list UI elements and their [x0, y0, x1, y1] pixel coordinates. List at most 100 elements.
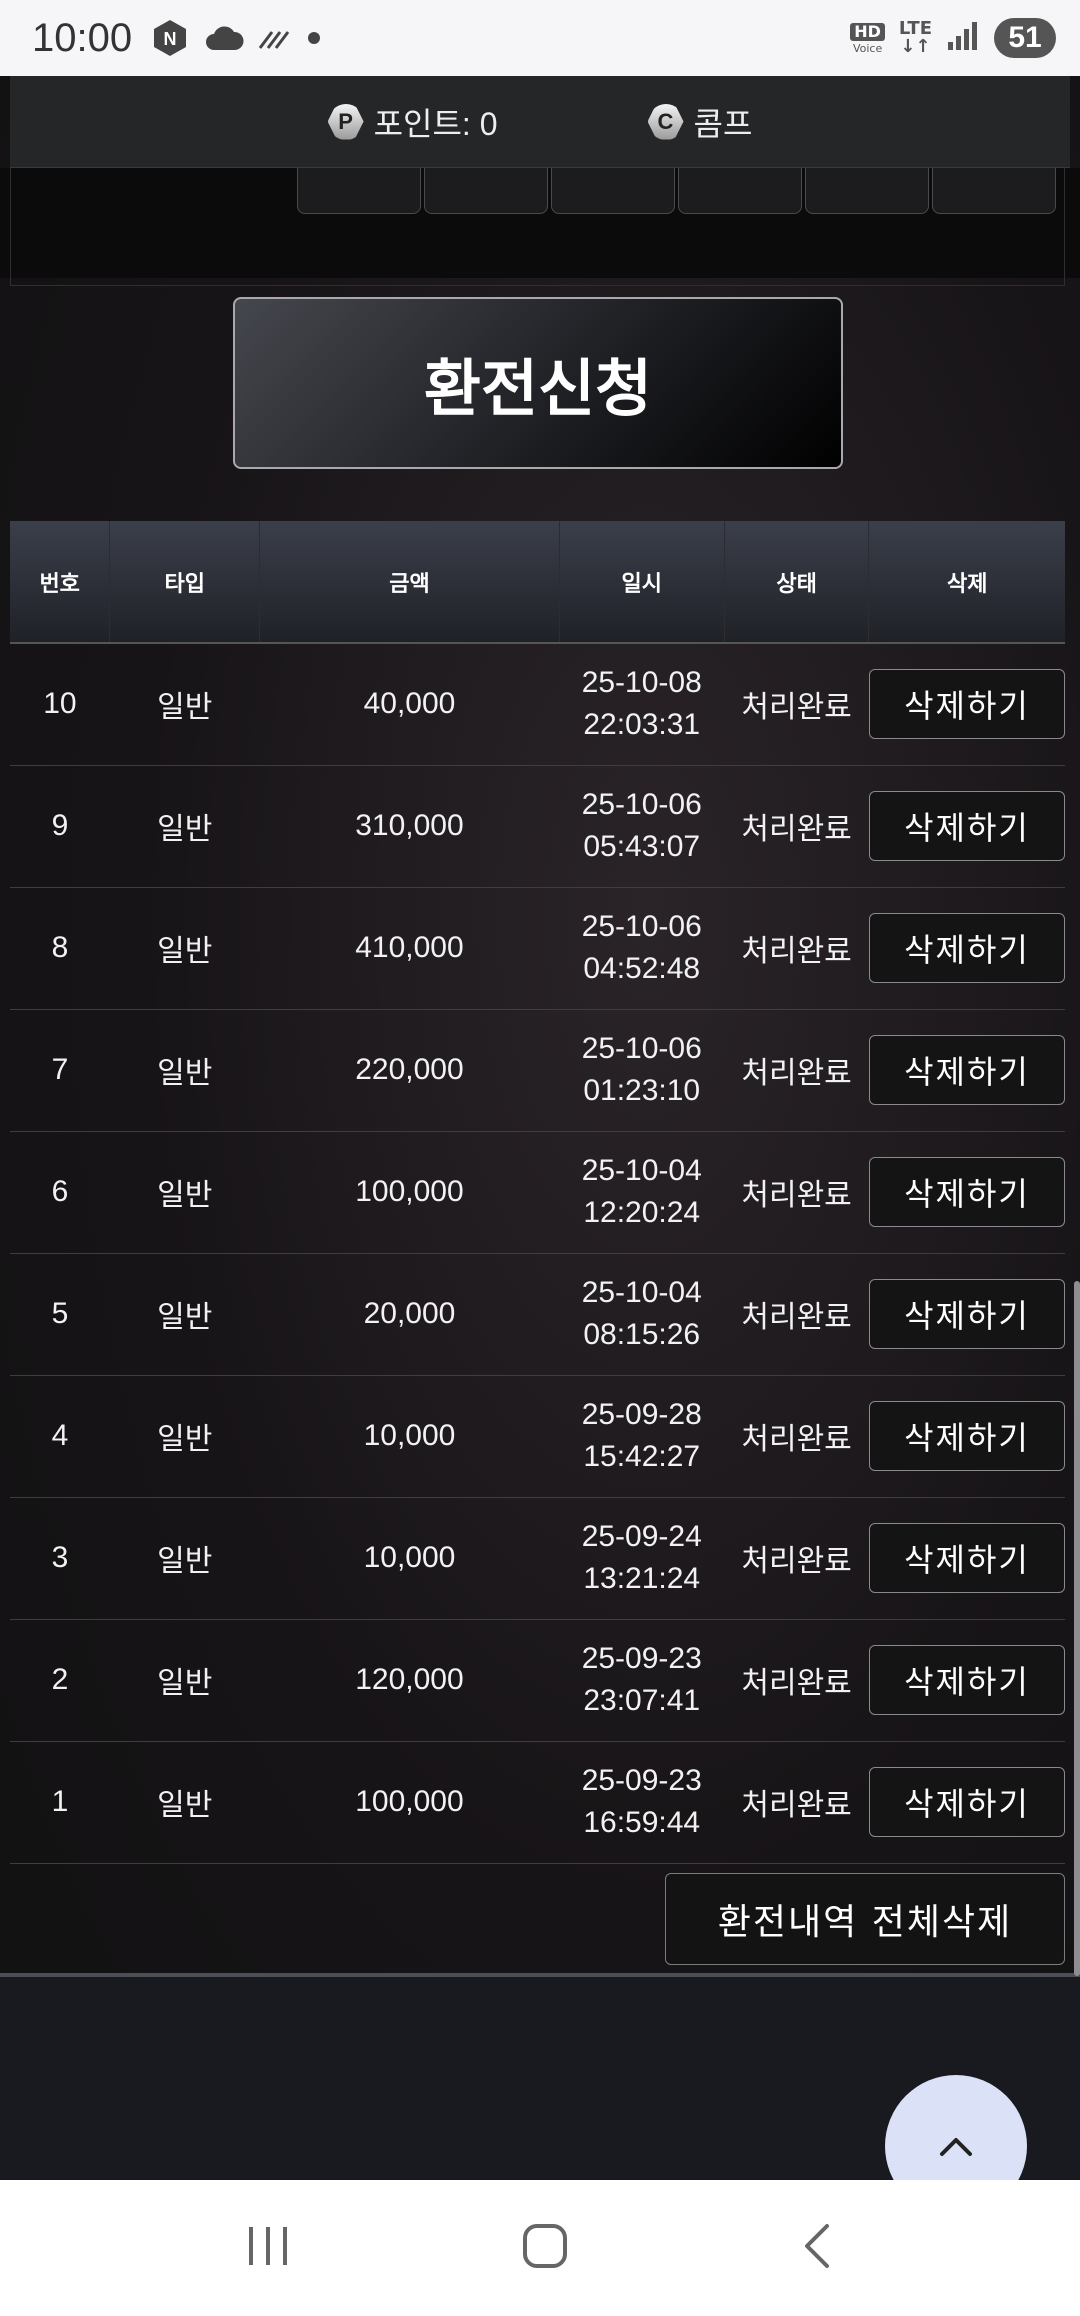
row-type: 일반 [109, 1131, 260, 1254]
row-status: 처리완료 [724, 765, 869, 888]
row-time: 04:52:48 [583, 952, 701, 985]
row-amount: 40,000 [259, 643, 560, 766]
delete-button[interactable]: 삭제하기 [869, 1035, 1065, 1105]
row-datetime: 25-10-06 05:43:07 [559, 765, 725, 888]
row-time: 13:21:24 [583, 1562, 701, 1595]
table-body: 10 일반 40,000 25-10-08 22:03:31 처리완료 삭제하기 9 일반 310… [10, 643, 1065, 1864]
hd-voice-icon: HD Voice [850, 22, 885, 54]
row-time: 15:42:27 [583, 1440, 701, 1473]
row-number: 6 [10, 1131, 110, 1254]
row-amount: 120,000 [259, 1619, 560, 1742]
row-number: 2 [10, 1619, 110, 1742]
delete-button[interactable]: 삭제하기 [869, 1767, 1065, 1837]
delete-button[interactable]: 삭제하기 [869, 1279, 1065, 1349]
row-type: 일반 [109, 1375, 260, 1498]
row-datetime: 25-10-06 04:52:48 [559, 887, 725, 1010]
row-time: 12:20:24 [583, 1196, 701, 1229]
row-number: 10 [10, 643, 110, 766]
chevron-up-icon [940, 2138, 972, 2156]
home-icon[interactable] [520, 2221, 570, 2275]
row-delete-cell: 삭제하기 [868, 1131, 1065, 1254]
row-time: 22:03:31 [583, 708, 701, 742]
recents-icon[interactable] [243, 2223, 293, 2273]
status-bar: 10:00 N HD Voice LTE ↓↑ 51 [0, 0, 1080, 76]
row-datetime: 25-10-04 12:20:24 [559, 1131, 725, 1254]
delete-button[interactable]: 삭제하기 [869, 1645, 1065, 1715]
row-date: 25-10-06 [581, 788, 702, 821]
row-amount: 410,000 [259, 887, 560, 1010]
points-bar: P 포인트: 0 C 콤프 [10, 76, 1070, 168]
table-row: 7 일반 220,000 25-10-06 01:23:10 처리완료 삭제하기 [10, 1009, 1065, 1132]
row-date: 25-10-04 [581, 1276, 702, 1309]
amount-button[interactable] [678, 168, 802, 214]
delete-button[interactable]: 삭제하기 [869, 669, 1065, 740]
row-number: 3 [10, 1497, 110, 1620]
svg-text:N: N [164, 29, 177, 49]
row-date: 25-10-04 [581, 1154, 702, 1187]
amount-button[interactable] [424, 168, 548, 214]
row-delete-cell: 삭제하기 [868, 643, 1065, 766]
row-date: 25-10-08 [581, 666, 702, 700]
row-datetime: 25-09-28 15:42:27 [559, 1375, 725, 1498]
table-row: 6 일반 100,000 25-10-04 12:20:24 처리완료 삭제하기 [10, 1131, 1065, 1254]
row-status: 처리완료 [724, 1009, 869, 1132]
amount-button[interactable] [932, 168, 1056, 214]
scrollbar[interactable] [1074, 1281, 1080, 1976]
row-type: 일반 [109, 643, 260, 766]
delete-button[interactable]: 삭제하기 [869, 791, 1065, 861]
delete-button[interactable]: 삭제하기 [869, 913, 1065, 983]
row-amount: 100,000 [259, 1131, 560, 1254]
battery-indicator: 51 [994, 18, 1056, 58]
table-row: 9 일반 310,000 25-10-06 05:43:07 처리완료 삭제하기 [10, 765, 1065, 888]
comp-label: 콤프 [693, 105, 753, 142]
points-display: P 포인트: 0 [327, 99, 498, 145]
row-delete-cell: 삭제하기 [868, 1497, 1065, 1620]
delete-button[interactable]: 삭제하기 [869, 1523, 1065, 1593]
row-delete-cell: 삭제하기 [868, 1619, 1065, 1742]
row-type: 일반 [109, 1741, 260, 1864]
amount-button[interactable] [551, 168, 675, 214]
system-nav-bar [0, 2180, 1080, 2316]
table-header-row: 번호 타입 금액 일시 상태 삭제 [10, 521, 1065, 644]
row-delete-cell: 삭제하기 [868, 1253, 1065, 1376]
exchange-history-table: 번호 타입 금액 일시 상태 삭제 10 일반 40,000 25-10-08 22:0… [10, 521, 1065, 1864]
row-date: 25-09-23 [581, 1642, 702, 1675]
table-row: 5 일반 20,000 25-10-04 08:15:26 처리완료 삭제하기 [10, 1253, 1065, 1376]
exchange-request-button[interactable]: 환전신청 [233, 297, 843, 469]
row-datetime: 25-10-04 08:15:26 [559, 1253, 725, 1376]
row-type: 일반 [109, 1497, 260, 1620]
row-status: 처리완료 [724, 643, 869, 766]
cloud-icon [204, 24, 244, 52]
col-header-amount: 금액 [259, 521, 560, 644]
col-header-datetime: 일시 [559, 521, 725, 644]
row-status: 처리완료 [724, 1619, 869, 1742]
back-icon[interactable] [797, 2221, 837, 2275]
row-datetime: 25-09-23 23:07:41 [559, 1619, 725, 1742]
row-date: 25-09-23 [581, 1764, 702, 1797]
amount-button[interactable] [297, 168, 421, 214]
table-row: 8 일반 410,000 25-10-06 04:52:48 처리완료 삭제하기 [10, 887, 1065, 1010]
row-date: 25-09-28 [581, 1398, 702, 1431]
lte-icon: LTE ↓↑ [898, 18, 932, 57]
row-type: 일반 [109, 887, 260, 1010]
hd-label: HD [850, 22, 885, 41]
row-number: 7 [10, 1009, 110, 1132]
row-status: 처리완료 [724, 1375, 869, 1498]
row-datetime: 25-09-24 13:21:24 [559, 1497, 725, 1620]
col-header-number: 번호 [10, 521, 111, 644]
clear-all-history-button[interactable]: 환전내역 전체삭제 [665, 1873, 1065, 1965]
notification-dot-icon [306, 30, 322, 46]
row-status: 처리완료 [724, 1131, 869, 1254]
delete-button[interactable]: 삭제하기 [869, 1157, 1065, 1227]
amount-button[interactable] [805, 168, 929, 214]
row-amount: 20,000 [259, 1253, 560, 1376]
row-type: 일반 [109, 1253, 260, 1376]
data-stripes-icon [258, 26, 292, 50]
comp-link[interactable]: C 콤프 [647, 99, 753, 145]
points-icon: P [327, 103, 364, 140]
row-delete-cell: 삭제하기 [868, 1009, 1065, 1132]
row-delete-cell: 삭제하기 [868, 887, 1065, 1010]
delete-button[interactable]: 삭제하기 [869, 1401, 1065, 1471]
table-row: 4 일반 10,000 25-09-28 15:42:27 처리완료 삭제하기 [10, 1375, 1065, 1498]
status-time: 10:00 [32, 15, 133, 60]
